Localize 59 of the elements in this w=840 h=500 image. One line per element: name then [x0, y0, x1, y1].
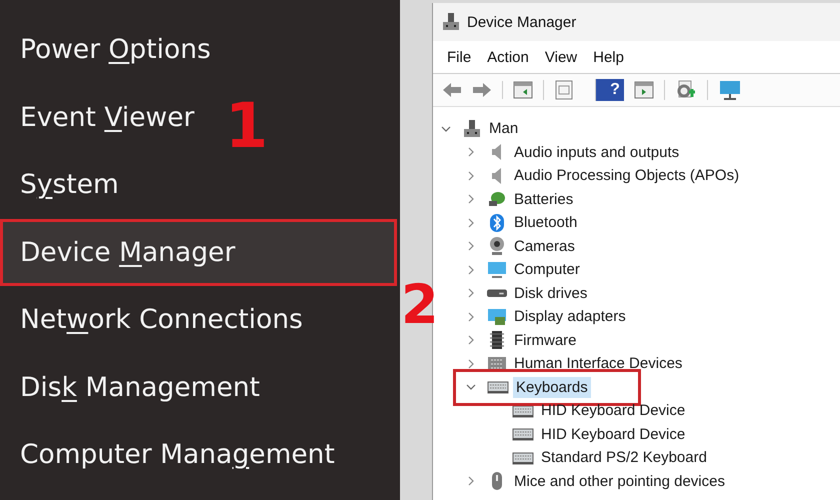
context-menu-item[interactable]: Event Viewer	[0, 84, 194, 151]
menu-bar-item[interactable]: Action	[479, 46, 537, 68]
forward-arrow-icon[interactable]	[472, 82, 492, 98]
chevron-right-icon[interactable]	[466, 170, 476, 181]
tree-item[interactable]: Man	[486, 118, 522, 140]
computer-icon	[462, 118, 482, 139]
panel-icon[interactable]	[634, 81, 654, 99]
tree-item[interactable]: Disk drives	[511, 282, 590, 304]
context-menu-item[interactable]: Device Manager	[0, 218, 397, 286]
context-menu-item[interactable]: Computer Management	[0, 421, 335, 488]
tree-item[interactable]: Batteries	[511, 188, 576, 210]
tree-item[interactable]: Human Interface Devices	[511, 353, 686, 374]
display-adapter-icon	[487, 306, 507, 327]
chevron-right-icon[interactable]	[466, 218, 476, 228]
tree-item[interactable]: HID Keyboard Device	[538, 400, 688, 422]
tree-item[interactable]: Firmware	[511, 330, 580, 351]
tree-item[interactable]: Mice and other pointing devices	[511, 470, 728, 492]
monitor-icon[interactable]	[707, 80, 742, 100]
tree-item[interactable]: Computer	[511, 259, 583, 280]
tree-item[interactable]: HID Keyboard Device	[538, 424, 688, 445]
tree-item[interactable]: Display adapters	[511, 306, 629, 328]
window-title: Device Manager	[467, 14, 576, 30]
chevron-right-icon[interactable]	[466, 194, 476, 204]
chevron-right-icon[interactable]	[466, 288, 476, 298]
chevron-down-icon[interactable]	[441, 124, 451, 134]
gear-icon[interactable]	[664, 80, 697, 100]
back-arrow-icon[interactable]	[442, 82, 462, 98]
panel-icon[interactable]	[502, 81, 533, 99]
tree-item[interactable]: Keyboards	[513, 376, 591, 398]
chevron-right-icon[interactable]	[466, 264, 476, 275]
menu-bar-item[interactable]: File	[439, 46, 480, 68]
menu-bar-item[interactable]: Help	[585, 46, 632, 68]
context-menu-item[interactable]: Power Options	[0, 16, 211, 84]
tree-item[interactable]: Bluetooth	[511, 212, 580, 234]
bluetooth-icon	[487, 212, 507, 233]
webcam-icon	[487, 236, 507, 256]
computer-icon	[441, 12, 461, 32]
chevron-right-icon[interactable]	[466, 358, 476, 369]
tree-item[interactable]: Standard PS/2 Keyboard	[538, 447, 710, 468]
document-icon[interactable]	[543, 80, 574, 100]
chevron-right-icon[interactable]	[466, 147, 476, 158]
context-menu-item[interactable]: Network Connections	[0, 286, 303, 354]
context-menu-item[interactable]: System	[0, 151, 119, 218]
chevron-right-icon[interactable]	[466, 312, 476, 322]
chevron-right-icon[interactable]	[466, 335, 476, 346]
chevron-right-icon[interactable]	[466, 476, 476, 486]
help-button[interactable]: ?	[595, 79, 624, 101]
tree-item[interactable]: Cameras	[511, 236, 578, 257]
tree-item[interactable]: Audio inputs and outputs	[511, 142, 682, 163]
step-number: 2	[401, 278, 439, 332]
tree-item[interactable]: Audio Processing Objects (APOs)	[511, 165, 742, 186]
menu-bar-item[interactable]: View	[536, 46, 586, 68]
step-number: 1	[225, 95, 268, 157]
monitor-icon	[487, 260, 507, 280]
context-menu-item[interactable]: Disk Management	[0, 354, 260, 421]
disk-drive-icon	[487, 289, 507, 298]
chip-icon	[487, 330, 507, 350]
chevron-down-icon[interactable]	[466, 382, 476, 392]
chevron-right-icon[interactable]	[466, 241, 476, 252]
